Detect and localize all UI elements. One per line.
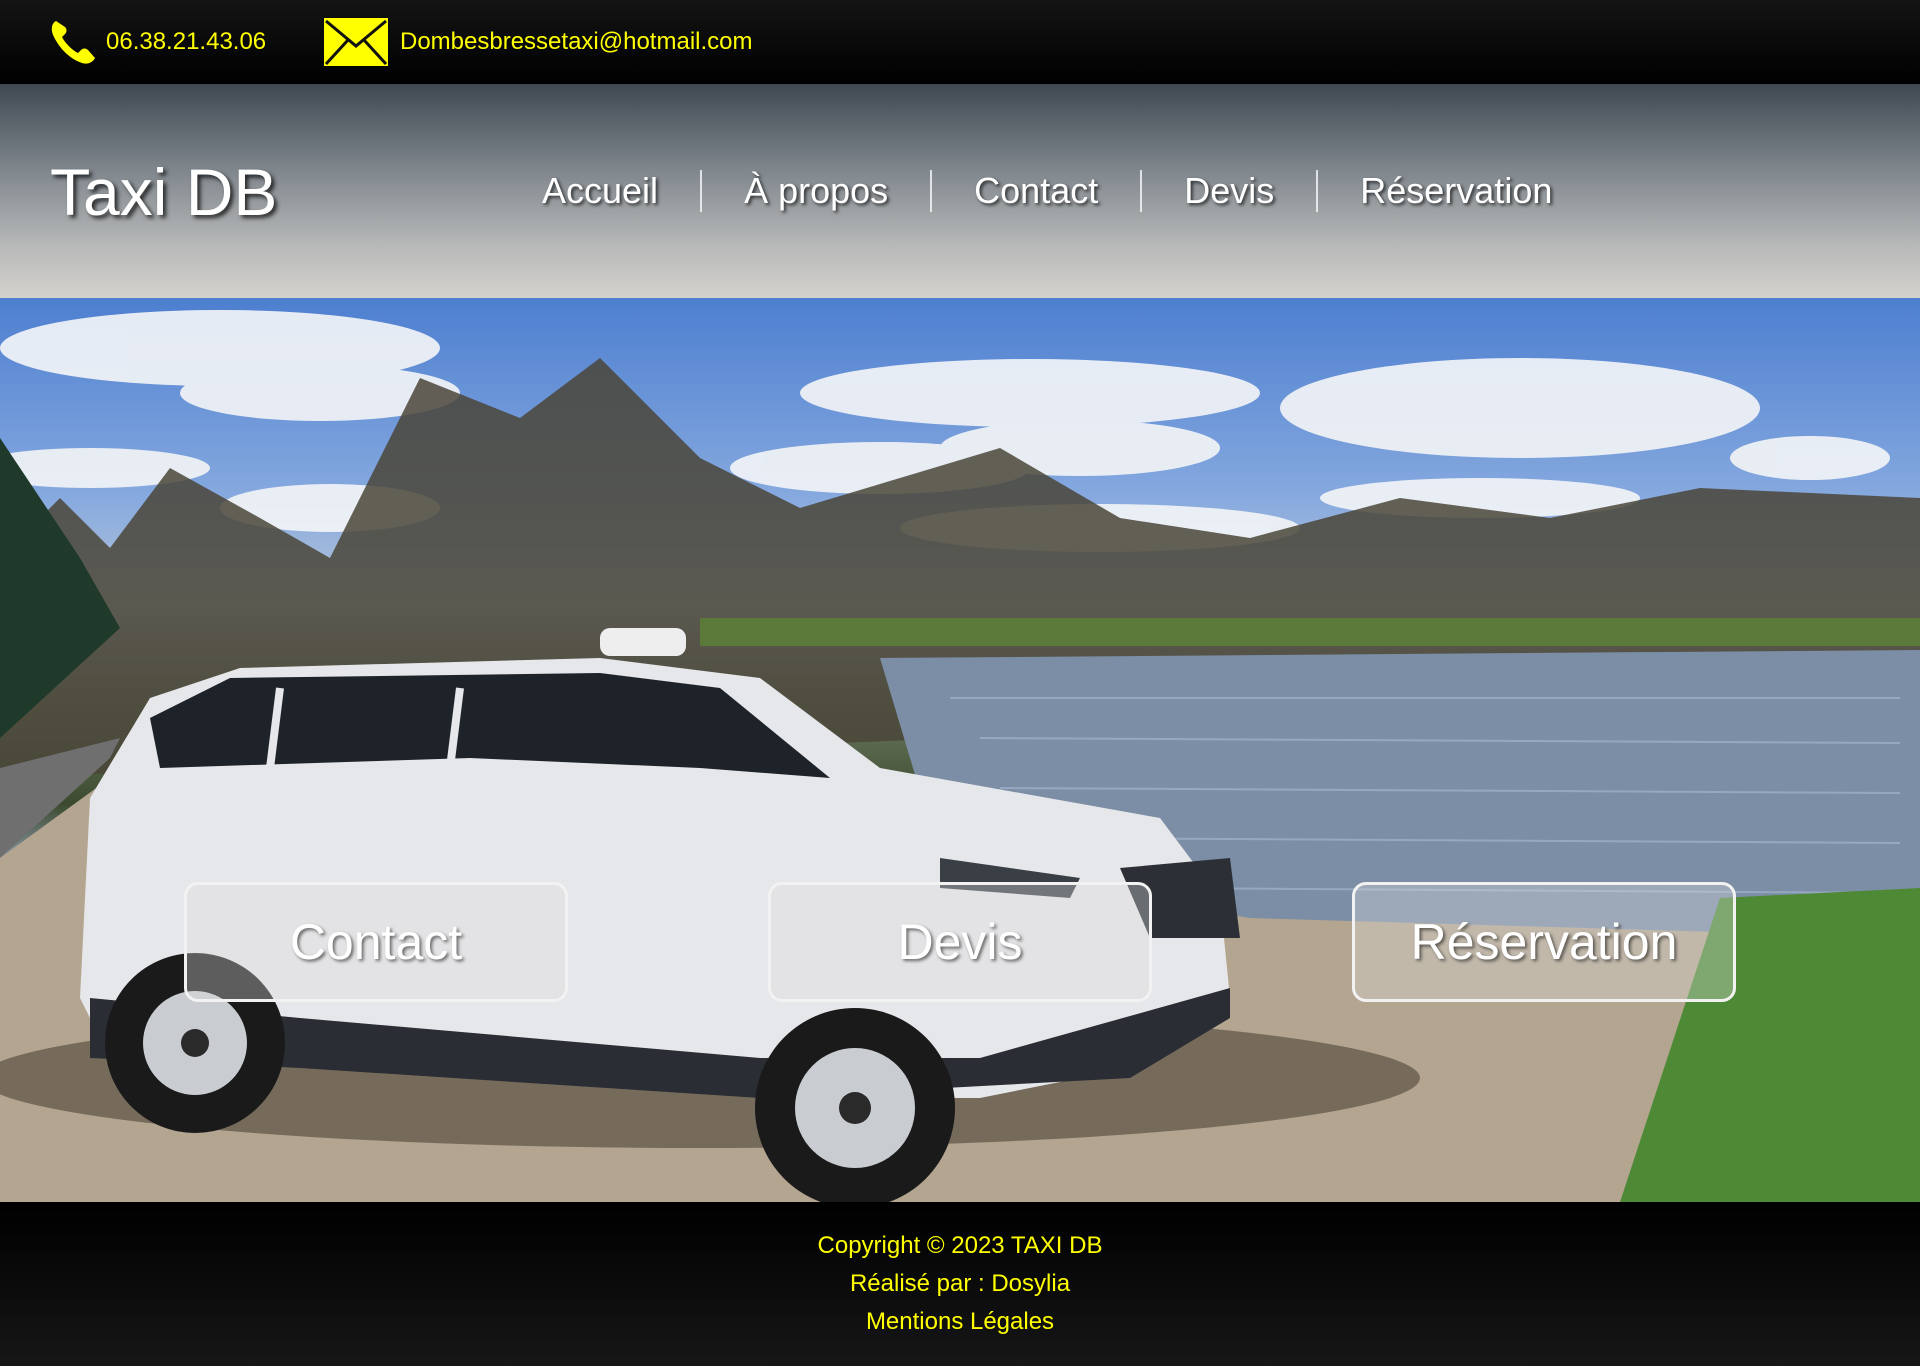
site-header: Taxi DB Accueil À propos Contact Devis R… (0, 84, 1920, 298)
phone-number: 06.38.21.43.06 (106, 28, 267, 55)
email-link[interactable]: Dombesbressetaxi@hotmail.com (324, 18, 753, 66)
reservation-button[interactable]: Réservation (1352, 882, 1736, 1002)
envelope-icon (324, 18, 388, 66)
nav-devis[interactable]: Devis (1142, 170, 1316, 212)
nav-reservation[interactable]: Réservation (1318, 170, 1594, 212)
site-logo[interactable]: Taxi DB (50, 154, 277, 230)
site-footer: Copyright © 2023 TAXI DB Réalisé par : D… (0, 1202, 1920, 1366)
legal-link[interactable]: Mentions Légales (0, 1308, 1920, 1336)
nav-a-propos[interactable]: À propos (702, 170, 930, 212)
nav-contact[interactable]: Contact (932, 170, 1140, 212)
hero-photo (0, 310, 1920, 1202)
contact-button[interactable]: Contact (184, 882, 568, 1002)
hero-banner: Contact Devis Réservation (0, 298, 1920, 1202)
devis-button[interactable]: Devis (768, 882, 1152, 1002)
nav-accueil[interactable]: Accueil (500, 170, 700, 212)
copyright-text: Copyright © 2023 TAXI DB (817, 1232, 1103, 1259)
credit-link[interactable]: Réalisé par : Dosylia (0, 1270, 1920, 1298)
email-address: Dombesbressetaxi@hotmail.com (400, 28, 753, 55)
top-contact-bar: 06.38.21.43.06 Dombesbressetaxi@hotmail.… (0, 0, 1920, 84)
phone-icon (51, 21, 95, 64)
phone-link[interactable]: 06.38.21.43.06 (48, 18, 266, 66)
main-nav: Accueil À propos Contact Devis Réservati… (500, 170, 1594, 212)
